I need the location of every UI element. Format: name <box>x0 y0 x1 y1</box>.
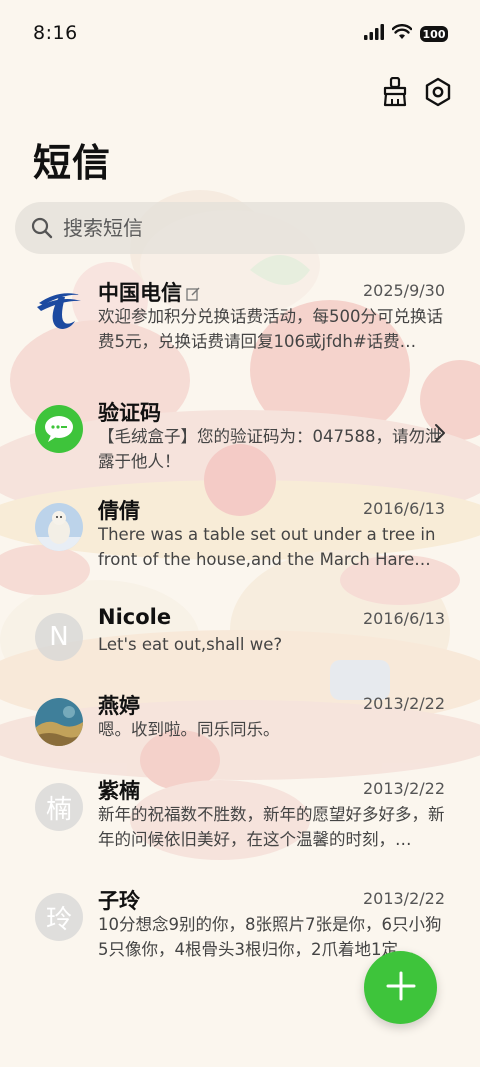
conversation-preview: 欢迎参加积分兑换话费活动，每500分可兑换话费5元，兑换话费请回复106或jfd… <box>98 307 443 351</box>
chevron-right-icon <box>434 423 446 447</box>
conversation-name: 倩倩 <box>98 499 140 523</box>
message-bubble-avatar <box>35 405 83 453</box>
battery-indicator: 100 <box>420 26 448 42</box>
letter-avatar: 楠 <box>35 783 83 831</box>
conversation-date: 2013/2/22 <box>362 779 445 798</box>
plus-icon <box>386 971 416 1005</box>
conversation-preview: Let's eat out,shall we? <box>98 635 283 654</box>
conversation-name: 燕婷 <box>98 694 140 718</box>
new-message-button[interactable] <box>364 951 437 1024</box>
status-bar: 8:16 100 <box>0 0 480 68</box>
draft-edit-icon <box>186 282 200 306</box>
conversation-item[interactable]: 倩倩 2016/6/13 There was a table set out u… <box>0 499 480 613</box>
conversation-name: Nicole <box>98 605 172 629</box>
conversation-name: 中国电信 <box>98 277 200 307</box>
polar-bear-photo-avatar <box>35 503 83 551</box>
telecom-logo-avatar <box>35 285 83 333</box>
conversation-date: 2025/9/30 <box>362 281 445 300</box>
settings-hexagon-icon <box>424 77 452 111</box>
conversation-preview: There was a table set out under a tree i… <box>98 525 436 569</box>
conversation-preview: 嗯。收到啦。同乐同乐。 <box>98 720 280 739</box>
conversation-item[interactable]: 中国电信 2025/9/30 欢迎参加积分兑换话费活动，每500分可兑换话费5元… <box>0 281 480 395</box>
conversation-date: 2013/2/22 <box>362 694 445 713</box>
conversation-name: 验证码 <box>98 401 161 425</box>
letter-avatar: N <box>35 613 83 661</box>
wifi-icon <box>391 24 413 44</box>
search-icon <box>31 217 53 239</box>
conversation-item[interactable]: 楠 紫楠 2013/2/22 新年的祝福数不胜数，新年的愿望好多好多，新年的问候… <box>0 779 480 893</box>
conversation-preview: 新年的祝福数不胜数，新年的愿望好多好多，新年的问候依旧美好，在这个温馨的时刻，… <box>98 805 445 849</box>
conversation-name: 子玲 <box>98 889 140 913</box>
search-input[interactable] <box>61 215 425 241</box>
conversation-name: 紫楠 <box>98 779 140 803</box>
conversation-date: 2016/6/13 <box>362 499 445 518</box>
search-bar[interactable] <box>15 202 465 254</box>
page-title: 短信 <box>33 141 112 185</box>
letter-avatar: 玲 <box>35 893 83 941</box>
status-time: 8:16 <box>33 22 78 44</box>
clean-broom-button[interactable] <box>377 76 413 112</box>
conversation-date: 2013/2/22 <box>362 889 445 908</box>
signal-icon <box>364 24 384 44</box>
landscape-photo-avatar <box>35 698 83 746</box>
conversation-preview: 【毛绒盒子】您的验证码为：047588，请勿泄露于他人！ <box>98 427 442 471</box>
settings-button[interactable] <box>420 76 456 112</box>
broom-icon <box>381 76 409 111</box>
conversation-date: 2016/6/13 <box>362 609 445 628</box>
